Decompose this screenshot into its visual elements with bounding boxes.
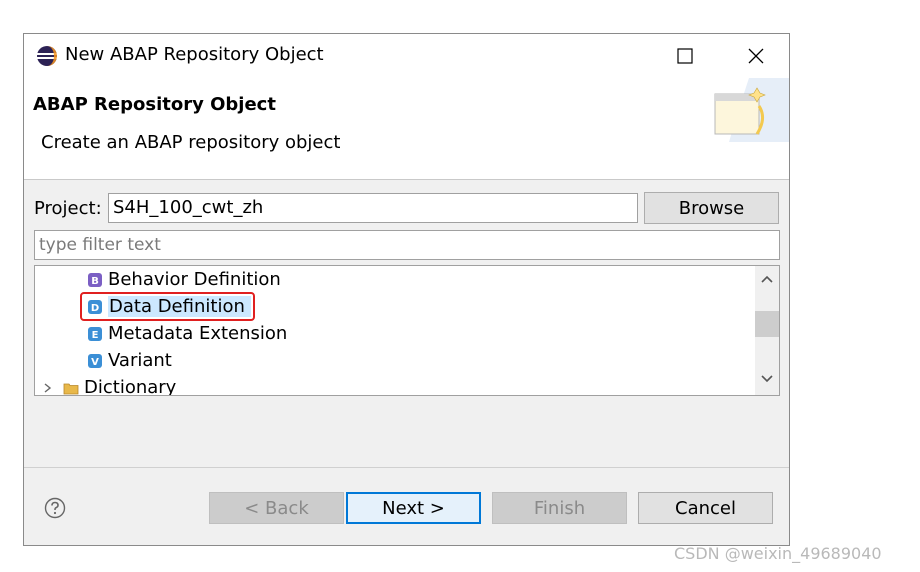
close-button[interactable] xyxy=(726,34,786,78)
project-field[interactable]: S4H_100_cwt_zh xyxy=(108,193,638,223)
wizard-dialog: New ABAP Repository Object ABAP Reposito… xyxy=(23,33,790,546)
project-label: Project: xyxy=(34,198,102,219)
tree-item-label: Behavior Definition xyxy=(108,269,281,290)
title-bar: New ABAP Repository Object xyxy=(24,34,789,78)
wizard-header: ABAP Repository Object Create an ABAP re… xyxy=(24,78,789,180)
scrollbar-thumb[interactable] xyxy=(755,311,779,337)
watermark: CSDN @weixin_49689040 xyxy=(674,544,882,563)
finish-button[interactable]: Finish xyxy=(492,492,627,524)
svg-text:B: B xyxy=(91,276,99,287)
browse-button[interactable]: Browse xyxy=(644,192,779,224)
tree-item-metadata-extension[interactable]: E Metadata Extension xyxy=(87,320,287,347)
chevron-up-icon[interactable] xyxy=(761,274,773,284)
chevron-right-icon[interactable] xyxy=(41,381,55,395)
tree-scrollbar[interactable] xyxy=(755,266,779,395)
wizard-banner-icon xyxy=(714,78,789,142)
tree-item-dictionary[interactable]: Dictionary xyxy=(41,374,177,396)
filter-input[interactable]: type filter text xyxy=(34,230,780,260)
maximize-button[interactable] xyxy=(655,34,715,78)
next-button[interactable]: Next > xyxy=(346,492,481,524)
tree-item-label: Metadata Extension xyxy=(108,323,288,344)
cancel-button[interactable]: Cancel xyxy=(638,492,773,524)
window-title: New ABAP Repository Object xyxy=(65,44,324,65)
eclipse-icon xyxy=(37,46,57,66)
metadata-extension-icon: E xyxy=(88,326,102,341)
tree-item-label: Variant xyxy=(108,350,172,371)
close-icon xyxy=(748,48,764,64)
tree-item-label: Dictionary xyxy=(84,377,177,396)
variant-icon: V xyxy=(88,353,102,368)
back-button[interactable]: < Back xyxy=(209,492,344,524)
footer-separator xyxy=(24,467,789,468)
filter-placeholder: type filter text xyxy=(39,235,161,255)
tree-item-behavior-definition[interactable]: B Behavior Definition xyxy=(87,266,281,293)
help-icon[interactable] xyxy=(44,497,66,519)
svg-text:E: E xyxy=(92,330,99,341)
svg-text:V: V xyxy=(91,357,99,368)
tree-item-variant[interactable]: V Variant xyxy=(87,347,172,374)
highlight-annotation xyxy=(80,292,255,321)
folder-icon xyxy=(63,383,79,394)
maximize-icon xyxy=(677,48,693,64)
chevron-down-icon[interactable] xyxy=(761,374,773,384)
object-type-tree: B Behavior Definition D Data Definition … xyxy=(34,265,780,396)
behavior-definition-icon: B xyxy=(88,272,102,287)
page-description: Create an ABAP repository object xyxy=(41,132,341,153)
page-title: ABAP Repository Object xyxy=(33,94,276,115)
